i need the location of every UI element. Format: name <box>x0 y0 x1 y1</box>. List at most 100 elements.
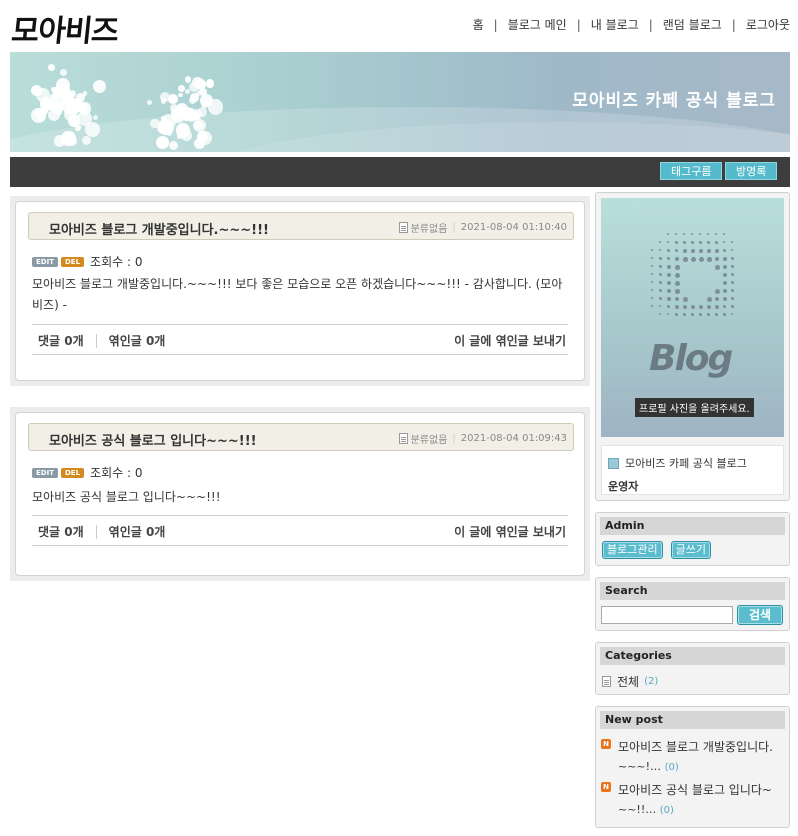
blog-toolbar: 태그구름 방명록 <box>10 157 790 187</box>
categories-box: Categories 전체 (2) <box>595 642 790 695</box>
halftone-dot <box>715 305 719 309</box>
nav-blog-main[interactable]: 블로그 메인 <box>508 16 567 33</box>
meta-separator: | <box>452 222 456 233</box>
halftone-dot <box>651 305 653 307</box>
halftone-dot <box>675 281 680 286</box>
delete-button[interactable]: DEL <box>60 256 85 267</box>
send-trackback-link[interactable]: 이 글에 엮인글 보내기 <box>454 332 566 349</box>
halftone-dot <box>683 241 687 245</box>
site-logo[interactable]: 모아비즈 <box>10 6 121 50</box>
bubble-decoration <box>167 130 173 136</box>
bubble-decoration <box>146 99 152 105</box>
nav-home[interactable]: 홈 <box>473 16 484 33</box>
halftone-dot <box>723 305 727 309</box>
post-header: 모아비즈 공식 블로그 입니다~~~!!! 분류없음 | 2021-08-04 … <box>28 423 574 451</box>
trackbacks-link[interactable]: 엮인글 0개 <box>109 523 166 540</box>
guestbook-button[interactable]: 방명록 <box>725 162 778 180</box>
meta-separator: | <box>452 433 456 444</box>
nav-my-blog[interactable]: 내 블로그 <box>591 16 639 33</box>
halftone-dot <box>659 289 663 293</box>
bubble-decoration <box>193 138 205 150</box>
halftone-dot <box>683 297 688 302</box>
halftone-dot <box>715 265 720 270</box>
profile-blog-name[interactable]: 모아비즈 카페 공식 블로그 <box>625 455 747 471</box>
halftone-dot <box>667 257 671 261</box>
blog-manage-button[interactable]: 블로그관리 <box>602 541 663 559</box>
halftone-dot <box>731 297 735 301</box>
halftone-dot <box>699 233 702 236</box>
profile-image[interactable]: Blog 프로필 사진을 올려주세요. <box>601 198 784 437</box>
document-icon <box>398 222 408 233</box>
tag-cloud-button[interactable]: 태그구름 <box>660 162 723 180</box>
post-category[interactable]: 분류없음 <box>411 220 448 235</box>
categories-title: Categories <box>600 647 785 665</box>
bubble-decoration <box>168 94 178 104</box>
halftone-dot <box>691 233 694 236</box>
halftone-dot <box>651 281 654 284</box>
post-category[interactable]: 분류없음 <box>411 431 448 446</box>
halftone-dot <box>707 241 711 245</box>
halftone-dot <box>707 257 712 262</box>
new-post-line1[interactable]: 모아비즈 공식 블로그 입니다~ <box>601 780 787 800</box>
halftone-dot <box>699 257 704 262</box>
nav-logout[interactable]: 로그아웃 <box>746 16 790 33</box>
bubble-decoration <box>92 79 106 93</box>
new-post-line2[interactable]: ~~~!… <box>618 760 661 773</box>
halftone-dot <box>651 289 654 292</box>
new-post-box: New post N 모아비즈 블로그 개발중입니다. ~~~!… (0) N … <box>595 706 790 828</box>
nav-separator: | <box>731 17 736 32</box>
edit-button[interactable]: EDIT <box>32 467 58 478</box>
halftone-dot <box>699 313 703 317</box>
delete-button[interactable]: DEL <box>60 467 85 478</box>
comments-link[interactable]: 댓글 0개 <box>38 523 84 540</box>
admin-box: Admin 블로그관리 글쓰기 <box>595 512 790 566</box>
blog-link-icon <box>608 457 619 469</box>
search-box: Search 검색 <box>595 577 790 631</box>
halftone-dot <box>707 297 712 302</box>
search-button[interactable]: 검색 <box>737 605 783 625</box>
new-post-line2[interactable]: ~~!!… <box>618 803 656 816</box>
halftone-dot <box>675 305 679 309</box>
halftone-dot <box>659 297 662 300</box>
edit-button[interactable]: EDIT <box>32 256 58 267</box>
comments-link[interactable]: 댓글 0개 <box>38 332 84 349</box>
post-title[interactable]: 모아비즈 블로그 개발중입니다.~~~!!! <box>49 219 269 238</box>
top-nav: 홈 | 블로그 메인 | 내 블로그 | 랜덤 블로그 | 로그아웃 <box>473 16 790 33</box>
search-input[interactable] <box>601 606 733 624</box>
category-label[interactable]: 전체 <box>617 673 639 690</box>
halftone-dot <box>675 297 680 302</box>
halftone-dot <box>723 297 727 301</box>
nav-separator: | <box>648 17 653 32</box>
profile-image-caption: 프로필 사진을 올려주세요. <box>635 398 754 417</box>
send-trackback-link[interactable]: 이 글에 엮인글 보내기 <box>454 523 566 540</box>
post-body: 모아비즈 블로그 개발중입니다.~~~!!! 보다 좋은 모습으로 오픈 하겠습… <box>32 277 563 312</box>
post-title[interactable]: 모아비즈 공식 블로그 입니다~~~!!! <box>49 430 257 449</box>
nav-separator: | <box>576 17 581 32</box>
profile-info: 모아비즈 카페 공식 블로그 운영자 <box>601 445 784 495</box>
new-badge-icon: N <box>601 739 611 749</box>
new-post-line1[interactable]: 모아비즈 블로그 개발중입니다. <box>601 737 787 757</box>
halftone-dot <box>723 241 726 244</box>
halftone-dot <box>731 249 734 252</box>
bubble-decoration <box>60 68 68 77</box>
bubble-decoration <box>74 124 82 131</box>
new-post-item[interactable]: N 모아비즈 블로그 개발중입니다. ~~~!… (0) <box>601 737 787 778</box>
halftone-dot <box>651 273 654 276</box>
profile-image-word: Blog <box>649 338 733 379</box>
trackbacks-link[interactable]: 엮인글 0개 <box>109 332 166 349</box>
halftone-dot <box>707 305 712 310</box>
write-post-button[interactable]: 글쓰기 <box>670 541 711 559</box>
halftone-dot <box>667 305 671 309</box>
new-post-count: (0) <box>664 762 679 773</box>
halftone-dot <box>659 249 662 252</box>
halftone-dot <box>675 273 680 278</box>
category-item[interactable]: 전체 (2) <box>602 673 658 690</box>
halftone-dot <box>723 273 728 278</box>
new-post-item[interactable]: N 모아비즈 공식 블로그 입니다~ ~~!!… (0) <box>601 780 787 821</box>
view-count: 조회수 : 0 <box>90 466 143 480</box>
nav-random-blog[interactable]: 랜덤 블로그 <box>663 16 722 33</box>
bubble-decoration <box>178 92 183 98</box>
bubble-decoration <box>161 115 166 120</box>
halftone-dot <box>715 233 718 236</box>
banner-title[interactable]: 모아비즈 카페 공식 블로그 <box>572 86 776 111</box>
